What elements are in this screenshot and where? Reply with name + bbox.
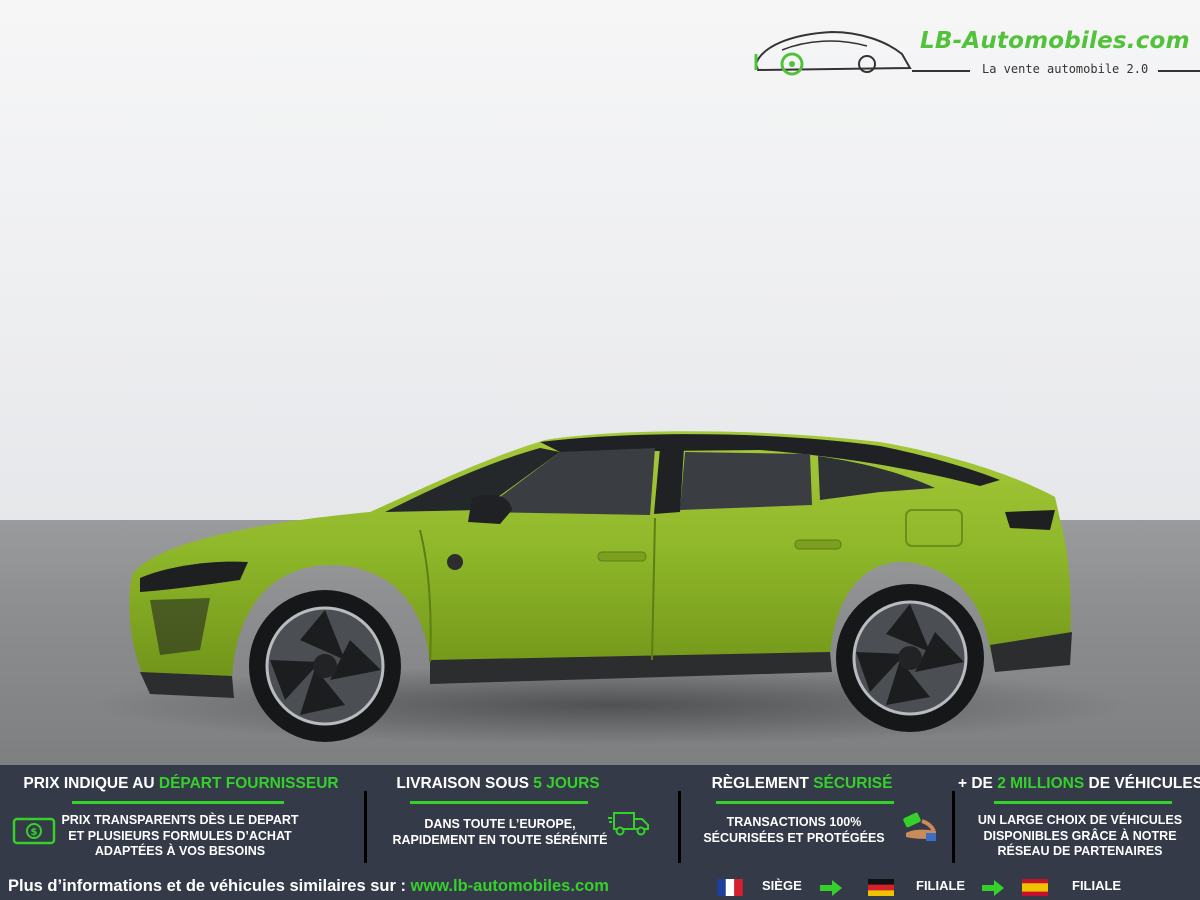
france-flag-icon bbox=[717, 879, 743, 896]
feature-description: TRANSACTIONS 100% SÉCURISÉES ET PROTÉGÉE… bbox=[703, 815, 885, 845]
germany-flag-icon bbox=[868, 879, 894, 896]
feature-description: DANS TOUTE L’EUROPE, RAPIDEMENT EN TOUTE… bbox=[392, 817, 608, 847]
website-link[interactable]: www.lb-automobiles.com bbox=[411, 877, 609, 895]
feature-description: PRIX TRANSPARENTS DÈS LE DEPART ET PLUSI… bbox=[61, 813, 299, 858]
feature-title: PRIX INDIQUE AU DÉPART FOURNISSEUR bbox=[23, 775, 339, 792]
arrow-right-icon bbox=[820, 880, 842, 896]
feature-vehicles: + DE 2 MILLIONS DE VÉHICULES UN LARGE CH… bbox=[958, 765, 1200, 870]
feature-price: PRIX INDIQUE AU DÉPART FOURNISSEUR $ PRI… bbox=[0, 765, 362, 870]
rear-window bbox=[680, 452, 812, 510]
footer-line: Plus d’informations et de véhicules simi… bbox=[0, 873, 1200, 900]
brand-logo[interactable]: LB-Automobiles.com La vente automobile 2… bbox=[752, 22, 1200, 82]
feature-description: UN LARGE CHOIX DE VÉHICULES DISPONIBLES … bbox=[977, 813, 1183, 858]
location-label: FILIALE bbox=[1072, 878, 1122, 893]
car-image bbox=[90, 431, 1130, 745]
feature-delivery: LIVRAISON SOUS 5 JOURS DANS TOUTE L’EURO… bbox=[370, 765, 676, 870]
feature-underline bbox=[410, 801, 588, 804]
location-label: SIÈGE bbox=[762, 878, 802, 893]
logo-car-icon bbox=[754, 30, 912, 76]
feature-title: LIVRAISON SOUS 5 JOURS bbox=[396, 775, 600, 792]
secure-payment-icon bbox=[903, 812, 936, 841]
money-bill-icon: $ bbox=[12, 817, 56, 845]
front-wheel bbox=[249, 590, 401, 742]
logo-tagline: La vente automobile 2.0 bbox=[982, 62, 1149, 76]
feature-title: RÈGLEMENT SÉCURISÉ bbox=[711, 775, 893, 792]
delivery-truck-icon bbox=[608, 812, 649, 836]
spain-flag-icon bbox=[1022, 879, 1048, 896]
feature-underline bbox=[716, 801, 894, 804]
arrow-right-icon bbox=[982, 880, 1004, 896]
info-banner: PRIX INDIQUE AU DÉPART FOURNISSEUR $ PRI… bbox=[0, 765, 1200, 900]
feature-title: + DE 2 MILLIONS DE VÉHICULES bbox=[958, 775, 1200, 792]
logo-divider bbox=[912, 70, 970, 72]
feature-payment: RÈGLEMENT SÉCURISÉ TRANSACTIONS 100% SÉC… bbox=[684, 765, 950, 870]
banner-divider bbox=[952, 791, 955, 863]
banner-divider bbox=[364, 791, 367, 863]
lion-emblem-icon bbox=[447, 554, 463, 570]
location-label: FILIALE bbox=[916, 878, 966, 893]
logo-title: LB-Automobiles.com bbox=[920, 28, 1190, 54]
rear-wheel bbox=[836, 584, 984, 732]
feature-underline bbox=[994, 801, 1172, 804]
svg-text:$: $ bbox=[31, 827, 38, 838]
listing-photo: LB-Automobiles.com La vente automobile 2… bbox=[0, 0, 1200, 900]
feature-underline bbox=[72, 801, 284, 804]
banner-divider bbox=[678, 791, 681, 863]
logo-divider bbox=[1158, 70, 1200, 72]
more-info-text: Plus d’informations et de véhicules simi… bbox=[8, 877, 609, 895]
